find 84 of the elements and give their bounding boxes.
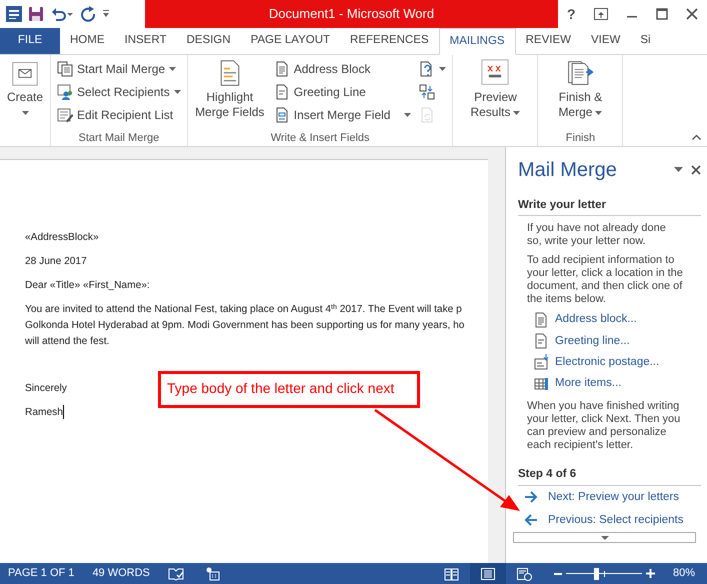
ribbon-button[interactable]: Select Recipients <box>55 80 183 103</box>
word-logo-icon[interactable] <box>6 6 22 22</box>
undo-icon[interactable] <box>50 6 74 22</box>
ribbon-tab[interactable]: VIEW <box>580 28 630 54</box>
window-title: Document1 - Microsoft Word <box>268 5 434 24</box>
preview-results-icon <box>481 59 510 87</box>
collapse-ribbon-icon[interactable] <box>692 134 701 140</box>
ribbon-tab[interactable]: REVIEW <box>516 28 581 54</box>
page-count[interactable]: PAGE 1 OF 1 <box>8 565 74 582</box>
zoom-slider[interactable] <box>566 568 642 580</box>
ribbon-button[interactable]: Edit Recipient List <box>55 103 183 126</box>
instruction-text: If you have not already done so, write your letter now. <box>527 222 667 248</box>
proofing-icon[interactable] <box>168 566 184 580</box>
ribbon-button[interactable]: Insert Merge Field <box>272 103 414 126</box>
document-paragraph: «AddressBlock» <box>25 231 99 245</box>
ribbon-display-icon[interactable] <box>594 8 608 20</box>
document-paragraph: Ramesh <box>25 405 64 421</box>
document-icon <box>534 312 549 328</box>
ribbon-tab[interactable]: MAILINGS <box>438 28 516 55</box>
ribbon-button[interactable]: Greeting Line <box>272 80 414 103</box>
ribbon-tab[interactable]: PAGE LAYOUT <box>240 28 340 54</box>
ribbon-button[interactable]: Start Mail Merge <box>55 57 183 80</box>
document-paragraph: 28 June 2017 <box>25 255 87 269</box>
save-icon[interactable] <box>28 6 44 22</box>
document-icon <box>534 333 549 350</box>
document-paragraph: You are invited to attend the National Fest, taking place on August 4$^{th}$ 2017. The Event will take p Golkonda Hotel Hyderabad at 9pm. Modi Government has been supporting us for many years, ho will attend the fest. <box>25 302 464 349</box>
group-label: Write & Insert Fields <box>270 132 370 144</box>
word-count[interactable]: 49 WORDS <box>92 565 150 582</box>
section-heading: Write your letter <box>518 197 701 216</box>
ribbon-tab[interactable]: INSERT <box>114 28 176 54</box>
step-heading: Step 4 of 6 <box>518 466 701 486</box>
zoom-in-icon[interactable] <box>646 569 655 578</box>
ribbon-tab[interactable]: Si <box>630 28 661 54</box>
web-layout-icon <box>516 566 532 580</box>
customize-caret-icon[interactable] <box>102 9 110 19</box>
field-icon <box>274 106 290 122</box>
pane-link[interactable]: More items... <box>534 373 622 394</box>
arrow-left-icon <box>524 514 538 526</box>
instruction-text: To add recipient information to your letter, click a location in the document, and then click one of the items below. <box>527 254 683 306</box>
document-paragraph: Sincerely <box>25 382 67 396</box>
postage-icon <box>534 354 549 370</box>
finish-merge-icon <box>566 59 594 87</box>
update-labels-icon <box>419 106 436 122</box>
envelope-icon <box>11 59 40 87</box>
nav-link[interactable]: Previous: Select recipients <box>524 508 701 532</box>
maximize-icon[interactable] <box>656 8 668 20</box>
macro-icon[interactable] <box>206 566 220 580</box>
people-icon <box>57 84 74 100</box>
nav-link[interactable]: Next: Preview your letters <box>524 486 701 509</box>
documents-icon <box>57 60 74 76</box>
ribbon-tab[interactable]: REFERENCES <box>340 28 439 54</box>
pane-link[interactable]: Address block... <box>534 309 637 330</box>
ribbon-button[interactable]: Preview Results <box>457 57 534 122</box>
ribbon-tab[interactable]: HOME <box>60 28 114 54</box>
ribbon-button[interactable]: Finish & Merge <box>542 57 618 122</box>
read-mode-icon <box>444 566 460 580</box>
ribbon-button[interactable]: Highlight Merge Fields <box>192 57 268 122</box>
document-paragraph: Dear «Title» «First_Name»: <box>25 279 150 293</box>
redo-icon[interactable] <box>80 6 96 22</box>
document-icon <box>274 60 290 76</box>
close-icon[interactable] <box>686 8 698 20</box>
help-button[interactable]: ? <box>567 4 576 24</box>
ribbon-button[interactable]: Address Block <box>272 57 414 80</box>
close-icon[interactable] <box>691 165 701 175</box>
pane-link[interactable]: Greeting line... <box>534 330 630 352</box>
group-label: Finish <box>566 132 596 144</box>
table-icon <box>534 376 549 392</box>
match-fields-icon <box>419 84 436 100</box>
caret-icon <box>600 536 608 540</box>
arrow-right-icon <box>524 491 538 504</box>
pane-title: Mail Merge <box>518 158 617 183</box>
file-tab[interactable]: FILE <box>0 28 60 54</box>
pane-link[interactable]: Electronic postage... <box>534 352 660 373</box>
instruction-text: When you have finished writing your letter, click Next. Then you can preview and personalize each recipient's letter. <box>527 400 682 452</box>
edit-list-icon <box>57 106 74 122</box>
document-icon <box>274 84 290 100</box>
view-button[interactable] <box>470 563 506 584</box>
zoom-level[interactable]: 80% <box>672 565 695 582</box>
ribbon-button[interactable]: Create <box>4 57 46 117</box>
dropdown-icon[interactable] <box>674 167 683 173</box>
print-layout-icon <box>480 566 496 580</box>
annotation-callout: Type body of the letter and click next <box>158 371 420 408</box>
ribbon-tab[interactable]: DESIGN <box>176 28 241 54</box>
group-label: Start Mail Merge <box>78 132 160 144</box>
